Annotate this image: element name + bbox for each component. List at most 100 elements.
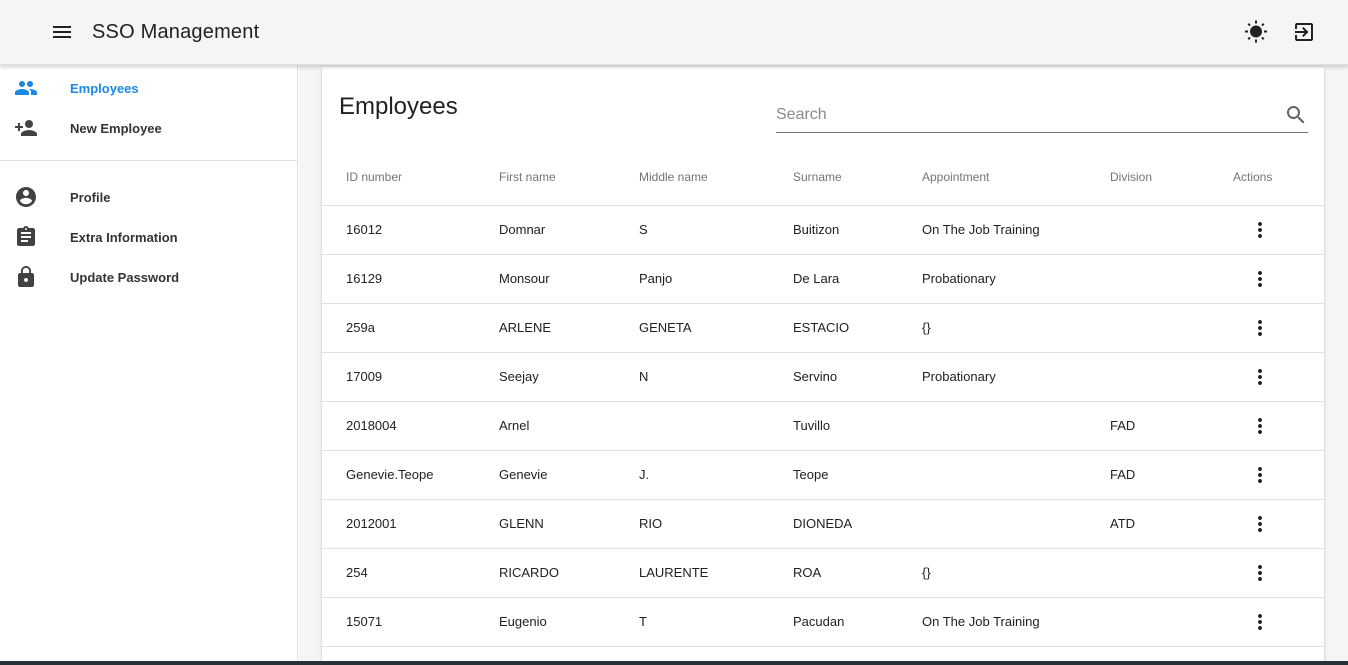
lock-icon (18, 266, 34, 287)
cell-middle-name: GENETA (639, 303, 793, 353)
page-title: Employees (339, 93, 458, 120)
cell-appointment (922, 450, 1110, 500)
search-field (776, 97, 1308, 133)
app-bar: SSO Management (0, 0, 1348, 65)
row-actions-button[interactable] (1244, 312, 1276, 344)
row-actions-button[interactable] (1244, 557, 1276, 589)
table-row[interactable]: Genevie.Teope Genevie J. Teope FAD (322, 450, 1324, 500)
cell-id-number: Genevie.Teope (322, 450, 499, 500)
employees-table: ID number First name Middle name Surname… (322, 149, 1324, 647)
more-vert-icon (1258, 466, 1262, 483)
column-header-first-name[interactable]: First name (499, 149, 639, 206)
cell-division (1110, 303, 1233, 353)
table-row[interactable]: 16012 Domnar S Buitizon On The Job Training (322, 205, 1324, 255)
table-header-row: ID number First name Middle name Surname… (322, 149, 1324, 206)
cell-appointment: Probationary (922, 352, 1110, 402)
sidebar-item-label: Extra Information (70, 229, 178, 245)
cell-id-number: 16129 (322, 254, 499, 304)
cell-id-number: 17009 (322, 352, 499, 402)
cell-division (1110, 352, 1233, 402)
cell-first-name: Eugenio (499, 597, 639, 647)
more-vert-icon (1258, 368, 1262, 385)
theme-toggle-button[interactable] (1232, 8, 1280, 56)
table-row[interactable]: 15071 Eugenio T Pacudan On The Job Training (322, 597, 1324, 647)
sidebar-divider (0, 160, 297, 161)
bottom-edge (0, 661, 1348, 665)
cell-division: ATD (1110, 499, 1233, 549)
cell-id-number: 2012001 (322, 499, 499, 549)
table-row[interactable]: 2012001 GLENN RIO DIONEDA ATD (322, 499, 1324, 549)
more-vert-icon (1258, 515, 1262, 532)
cell-id-number: 16012 (322, 205, 499, 255)
column-header-surname[interactable]: Surname (793, 149, 922, 206)
menu-button[interactable] (38, 8, 86, 56)
cell-appointment (922, 499, 1110, 549)
row-actions-button[interactable] (1244, 410, 1276, 442)
sidebar-item-employees[interactable]: Employees (0, 68, 297, 108)
cell-surname: De Lara (793, 254, 922, 304)
cell-surname: Pacudan (793, 597, 922, 647)
sidebar-item-new-employee[interactable]: New Employee (0, 108, 297, 148)
sidebar-item-extra-information[interactable]: Extra Information (0, 217, 297, 257)
cell-first-name: RICARDO (499, 548, 639, 598)
more-vert-icon (1258, 613, 1262, 630)
cell-first-name: Genevie (499, 450, 639, 500)
cell-first-name: Seejay (499, 352, 639, 402)
logout-button[interactable] (1280, 8, 1328, 56)
table-row[interactable]: 2018004 Arnel Tuvillo FAD (322, 401, 1324, 451)
person-add-icon (15, 120, 37, 136)
sidebar-item-profile[interactable]: Profile (0, 177, 297, 217)
row-actions-button[interactable] (1244, 459, 1276, 491)
cell-appointment: On The Job Training (922, 205, 1110, 255)
cell-middle-name (639, 401, 793, 451)
cell-first-name: Domnar (499, 205, 639, 255)
cell-first-name: Arnel (499, 401, 639, 451)
app-title: SSO Management (92, 20, 260, 43)
sidebar-item-label: Update Password (70, 269, 180, 285)
column-header-id-number[interactable]: ID number (322, 149, 499, 206)
cell-middle-name: Panjo (639, 254, 793, 304)
cell-division: FAD (1110, 450, 1233, 500)
cell-middle-name: RIO (639, 499, 793, 549)
brightness-icon (1245, 20, 1267, 43)
sidebar: Employees New Employee Profile Extra Inf… (0, 65, 298, 665)
table-row[interactable]: 16129 Monsour Panjo De Lara Probationary (322, 254, 1324, 304)
more-vert-icon (1258, 270, 1262, 287)
column-header-division[interactable]: Division (1110, 149, 1233, 206)
cell-surname: ROA (793, 548, 922, 598)
cell-actions (1233, 499, 1324, 549)
table-row[interactable]: 259a ARLENE GENETA ESTACIO{} (322, 303, 1324, 353)
row-actions-button[interactable] (1244, 214, 1276, 246)
main-content: Employees ID number First name Middle na… (299, 65, 1348, 665)
row-actions-button[interactable] (1244, 508, 1276, 540)
row-actions-button[interactable] (1244, 606, 1276, 638)
cell-middle-name: N (639, 352, 793, 402)
account-circle-icon (16, 187, 36, 207)
table-row[interactable]: 17009 Seejay N Servino Probationary (322, 352, 1324, 402)
column-header-actions: Actions (1233, 149, 1324, 206)
search-input[interactable] (776, 98, 1284, 131)
cell-actions (1233, 548, 1324, 598)
search-icon[interactable] (1284, 103, 1308, 127)
cell-division (1110, 205, 1233, 255)
menu-icon (53, 26, 71, 38)
column-header-appointment[interactable]: Appointment (922, 149, 1110, 206)
cell-appointment: {} (922, 548, 1110, 598)
cell-first-name: ARLENE (499, 303, 639, 353)
sidebar-item-label: Profile (70, 189, 111, 205)
cell-middle-name: J. (639, 450, 793, 500)
cell-id-number: 15071 (322, 597, 499, 647)
table-row[interactable]: 254 RICARDO LAURENTE ROA{} (322, 548, 1324, 598)
cell-appointment: Probationary (922, 254, 1110, 304)
row-actions-button[interactable] (1244, 263, 1276, 295)
sidebar-item-label: New Employee (70, 120, 162, 136)
more-vert-icon (1258, 221, 1262, 238)
cell-actions (1233, 597, 1324, 647)
sidebar-item-update-password[interactable]: Update Password (0, 257, 297, 297)
column-header-middle-name[interactable]: Middle name (639, 149, 793, 206)
row-actions-button[interactable] (1244, 361, 1276, 393)
logout-icon (1295, 23, 1313, 41)
employees-card: Employees ID number First name Middle na… (322, 67, 1324, 665)
cell-division (1110, 548, 1233, 598)
cell-actions (1233, 352, 1324, 402)
